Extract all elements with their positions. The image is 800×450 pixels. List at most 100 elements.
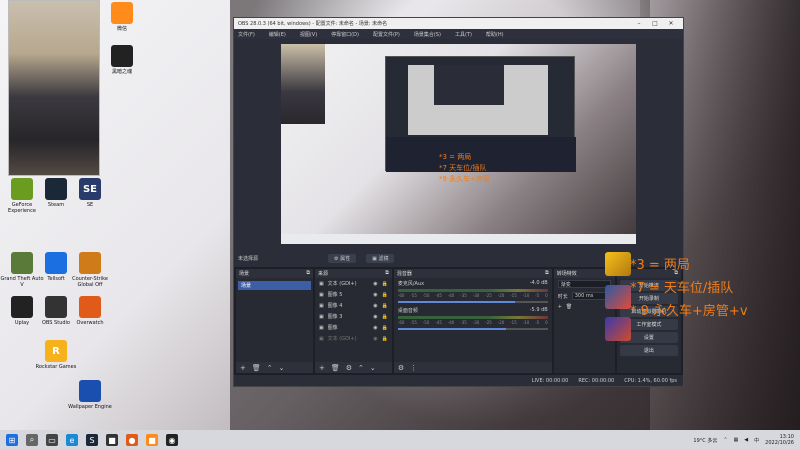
preview-canvas[interactable]: *3 = 两局 *7 天车位/插队 *9 永久车+房管 xyxy=(281,44,636,244)
desktop-icon[interactable]: Overwatch xyxy=(68,296,112,326)
popout-icon[interactable]: ⧉ xyxy=(545,270,549,277)
scale-tick: -15 xyxy=(510,320,517,325)
delete-transition-icon[interactable]: 🗑 xyxy=(566,304,572,310)
scale-tick: -30 xyxy=(472,320,480,325)
app-icon xyxy=(79,296,101,318)
task-view-icon[interactable]: ▭ xyxy=(46,434,58,446)
mixer-channel-desktop: 桌面音频 -5.9 dB -60 -55 -50 -45 -40 -35 -30 -25 -20-… xyxy=(394,305,552,332)
channel-db: -4.0 dB xyxy=(529,280,548,286)
delete-scene-icon[interactable]: 🗑 xyxy=(252,364,261,372)
volume-icon[interactable]: ◀ xyxy=(744,437,748,443)
source-item[interactable]: ▣ 图像 3 ◉ 🔒 xyxy=(315,311,392,322)
scenes-toolbar: + 🗑 ⌃ ⌄ xyxy=(236,362,313,373)
transition-select[interactable]: 渐变 xyxy=(557,280,611,288)
source-settings-icon[interactable]: ⚙ xyxy=(346,364,352,372)
scale-tick: -5 xyxy=(535,293,540,298)
visibility-icon[interactable]: ◉ xyxy=(373,292,377,298)
desktop-icon[interactable]: 黑暗之魂 xyxy=(100,45,144,75)
popout-icon[interactable]: ⧉ xyxy=(306,270,310,277)
popout-icon[interactable]: ⧉ xyxy=(385,270,389,277)
properties-button[interactable]: ⚙ 属性 xyxy=(328,253,357,263)
scene-item[interactable]: 场景 xyxy=(238,281,311,290)
menu-tools[interactable]: 工具(T) xyxy=(455,31,472,38)
source-item[interactable]: ▣ 图像 5 ◉ 🔒 xyxy=(315,289,392,300)
maximize-icon[interactable]: □ xyxy=(647,20,663,27)
lock-icon[interactable]: 🔒 xyxy=(382,292,388,298)
steam-icon[interactable]: S xyxy=(86,434,98,446)
lock-icon[interactable]: 🔒 xyxy=(382,325,388,331)
visibility-icon[interactable]: ◉ xyxy=(373,303,377,309)
edge-icon[interactable]: e xyxy=(66,434,78,446)
lock-icon[interactable]: 🔒 xyxy=(382,336,388,342)
clock[interactable]: 13:10 2022/10/26 xyxy=(765,434,794,446)
no-source-label: 未选择源 xyxy=(238,255,259,262)
network-icon[interactable]: ▦ xyxy=(734,437,739,443)
source-type-icon: ▣ xyxy=(318,302,324,309)
desktop-icon[interactable]: Wallpaper Engine xyxy=(68,380,112,410)
volume-meter xyxy=(397,289,548,292)
preview-area[interactable]: *3 = 两局 *7 天车位/插队 *9 永久车+房管 xyxy=(234,39,683,265)
lock-icon[interactable]: 🔒 xyxy=(382,314,388,320)
lock-icon[interactable]: 🔒 xyxy=(382,281,388,287)
desktop-icon-label: 黑暗之魂 xyxy=(111,69,132,75)
menu-docks[interactable]: 停靠窗口(D) xyxy=(331,31,359,38)
add-source-icon[interactable]: + xyxy=(319,364,325,372)
obs-taskbar-icon[interactable]: ◉ xyxy=(166,434,178,446)
lock-icon[interactable]: 🔒 xyxy=(382,303,388,309)
add-transition-icon[interactable]: + xyxy=(558,304,562,310)
chevron-up-icon[interactable]: ⌃ xyxy=(723,437,727,443)
audio-settings-icon[interactable]: ⚙ xyxy=(398,364,404,372)
source-item[interactable]: ▣ 文本 (GDI+) ◉ 🔒 xyxy=(315,333,392,344)
add-scene-icon[interactable]: + xyxy=(240,364,246,372)
move-down-icon[interactable]: ⌄ xyxy=(279,364,285,372)
visibility-icon[interactable]: ◉ xyxy=(373,336,377,342)
desktop-icon[interactable]: Counter-Strike Global Off xyxy=(68,252,112,288)
source-type-icon: ▣ xyxy=(318,324,324,331)
delete-source-icon[interactable]: 🗑 xyxy=(331,364,340,372)
menu-edit[interactable]: 编辑(E) xyxy=(269,31,286,38)
menu-scene-collection[interactable]: 场景集合(S) xyxy=(414,31,441,38)
search-icon[interactable]: ⌕ xyxy=(26,434,38,446)
source-item[interactable]: ▣ 图像 4 ◉ 🔒 xyxy=(315,300,392,311)
mixer-dock-title: 混音器 ⧉ xyxy=(393,269,552,278)
mixer-toolbar: ⚙ ⋮ xyxy=(393,362,552,373)
minimize-icon[interactable]: – xyxy=(631,20,647,27)
source-item[interactable]: ▣ 图像 ◉ 🔒 xyxy=(315,322,392,333)
more-icon[interactable]: ⋮ xyxy=(410,364,417,372)
visibility-icon[interactable]: ◉ xyxy=(373,314,377,320)
meter-scale: -60 -55 -50 -45 -40 -35 -30 -25 -20 -15 -10 -5 0 xyxy=(398,293,548,298)
netease-icon[interactable]: ● xyxy=(126,434,138,446)
move-up-icon[interactable]: ⌃ xyxy=(358,364,364,372)
sources-toolbar: + 🗑 ⚙ ⌃ ⌄ xyxy=(314,362,392,373)
overlay-line: *7 = 天车位/插队 xyxy=(630,281,734,296)
menu-profile[interactable]: 配置文件(P) xyxy=(373,31,400,38)
menu-help[interactable]: 帮助(H) xyxy=(486,31,504,38)
weather[interactable]: 19°C 多云 xyxy=(693,437,717,444)
volume-slider[interactable] xyxy=(397,328,548,330)
scenes-title: 场景 xyxy=(239,271,250,277)
app-icon[interactable]: ■ xyxy=(106,434,118,446)
desktop-icon[interactable]: R Rockstar Games xyxy=(34,340,78,370)
menu-view[interactable]: 视图(V) xyxy=(300,31,317,38)
move-up-icon[interactable]: ⌃ xyxy=(267,364,273,372)
filters-button[interactable]: ▣ 滤镜 xyxy=(366,253,395,263)
visibility-icon[interactable]: ◉ xyxy=(373,281,377,287)
captured-overlay-line: *3 = 两局 xyxy=(439,153,472,161)
start-icon[interactable]: ⊞ xyxy=(6,434,18,446)
desktop-photo-widget xyxy=(8,0,100,176)
menu-file[interactable]: 文件(F) xyxy=(238,31,255,38)
app-icon xyxy=(79,380,101,402)
visibility-icon[interactable]: ◉ xyxy=(373,325,377,331)
desktop-icon[interactable]: 微信 xyxy=(100,2,144,32)
ime-lang[interactable]: 中 xyxy=(754,437,759,444)
title-bar[interactable]: OBS 28.0.3 (64 bit, windows) - 配置文件: 未命名… xyxy=(234,18,683,29)
volume-slider[interactable] xyxy=(397,301,548,303)
source-item[interactable]: ▣ 文本 (GDI+) ◉ 🔒 xyxy=(315,278,392,289)
desktop-icon[interactable]: SE SE xyxy=(68,178,112,208)
move-down-icon[interactable]: ⌄ xyxy=(370,364,376,372)
close-icon[interactable]: ✕ xyxy=(663,20,679,27)
app-icon xyxy=(45,252,67,274)
app-orange-icon[interactable]: ■ xyxy=(146,434,158,446)
exit-button[interactable]: 退出 xyxy=(619,345,678,356)
source-type-icon: ▣ xyxy=(318,280,324,287)
